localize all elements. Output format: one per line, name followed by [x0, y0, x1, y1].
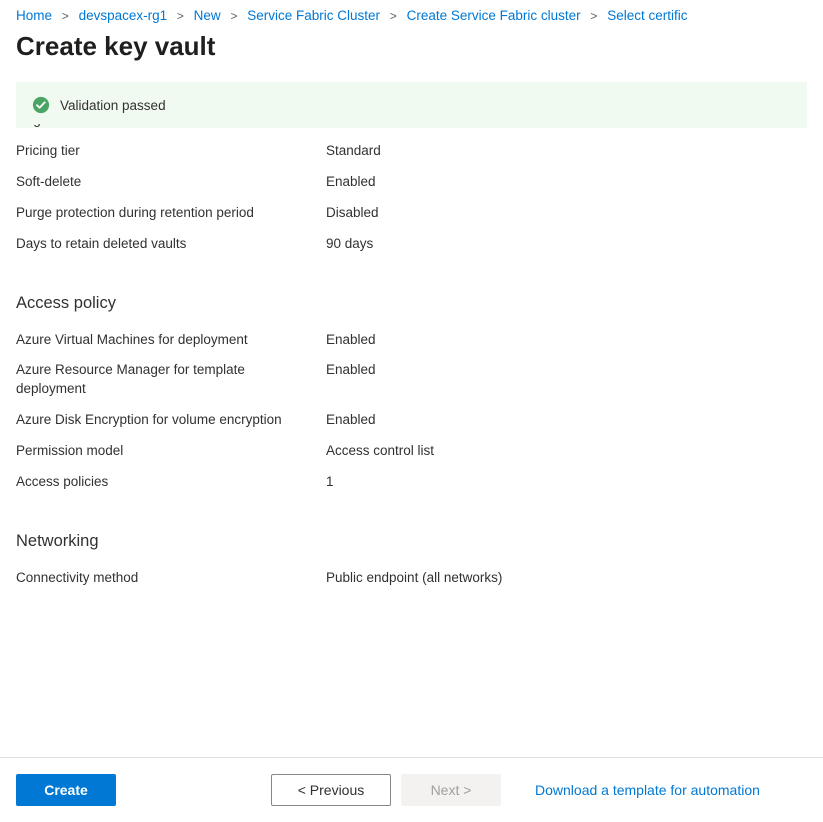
row-key: Permission model — [16, 442, 326, 461]
next-button: Next > — [401, 774, 501, 806]
row-value: Enabled — [326, 361, 376, 380]
section-networking: Networking — [16, 532, 807, 551]
row-key: Region — [16, 124, 326, 127]
chevron-right-icon: > — [177, 9, 184, 23]
row-value: 1 — [326, 473, 334, 492]
row-value: Enabled — [326, 331, 376, 350]
row-key: Azure Virtual Machines for deployment — [16, 331, 326, 350]
row-key: Azure Disk Encryption for volume encrypt… — [16, 411, 326, 430]
crumb-service-fabric-cluster[interactable]: Service Fabric Cluster — [247, 8, 380, 23]
row-key: Pricing tier — [16, 142, 326, 161]
row-value: Access control list — [326, 442, 434, 461]
row-permission-model: Permission model Access control list — [16, 436, 807, 467]
previous-button[interactable]: < Previous — [271, 774, 391, 806]
crumb-resource-group[interactable]: devspacex-rg1 — [79, 8, 168, 23]
row-key: Purge protection during retention period — [16, 204, 326, 223]
row-value: Enabled — [326, 411, 376, 430]
chevron-right-icon: > — [390, 9, 397, 23]
row-avm-deployment: Azure Virtual Machines for deployment En… — [16, 325, 807, 356]
create-button[interactable]: Create — [16, 774, 116, 806]
download-template-link[interactable]: Download a template for automation — [535, 782, 760, 798]
row-arm-template: Azure Resource Manager for template depl… — [16, 355, 807, 405]
row-value: East US — [326, 124, 376, 127]
row-key: Soft-delete — [16, 173, 326, 192]
success-check-icon — [32, 96, 50, 114]
row-key: Azure Resource Manager for template depl… — [16, 361, 326, 399]
row-value: Public endpoint (all networks) — [326, 569, 502, 588]
validation-message: Validation passed — [60, 98, 166, 113]
page-title: Create key vault — [0, 25, 823, 82]
crumb-new[interactable]: New — [194, 8, 221, 23]
row-key: Connectivity method — [16, 569, 326, 588]
crumb-select-certificate[interactable]: Select certific — [607, 8, 687, 23]
row-retain-days: Days to retain deleted vaults 90 days — [16, 229, 807, 260]
row-value: Enabled — [326, 173, 376, 192]
crumb-create-service-fabric-cluster[interactable]: Create Service Fabric cluster — [407, 8, 581, 23]
crumb-home[interactable]: Home — [16, 8, 52, 23]
row-value: 90 days — [326, 235, 373, 254]
row-disk-encryption: Azure Disk Encryption for volume encrypt… — [16, 405, 807, 436]
chevron-right-icon: > — [590, 9, 597, 23]
row-soft-delete: Soft-delete Enabled — [16, 167, 807, 198]
chevron-right-icon: > — [62, 9, 69, 23]
row-value: Standard — [326, 142, 381, 161]
row-pricing-tier: Pricing tier Standard — [16, 136, 807, 167]
footer-bar: Create < Previous Next > Download a temp… — [0, 757, 823, 822]
validation-banner: Validation passed — [16, 82, 807, 128]
section-access-policy: Access policy — [16, 294, 807, 313]
breadcrumb: Home > devspacex-rg1 > New > Service Fab… — [0, 0, 823, 25]
row-purge-protection: Purge protection during retention period… — [16, 198, 807, 229]
row-key: Days to retain deleted vaults — [16, 235, 326, 254]
row-key: Access policies — [16, 473, 326, 492]
row-region-cutoff: Region East US — [16, 124, 807, 136]
review-content: Region East US Pricing tier Standard Sof… — [0, 124, 823, 594]
row-value: Disabled — [326, 204, 379, 223]
row-access-policies: Access policies 1 — [16, 467, 807, 498]
row-connectivity-method: Connectivity method Public endpoint (all… — [16, 563, 807, 594]
chevron-right-icon: > — [230, 9, 237, 23]
